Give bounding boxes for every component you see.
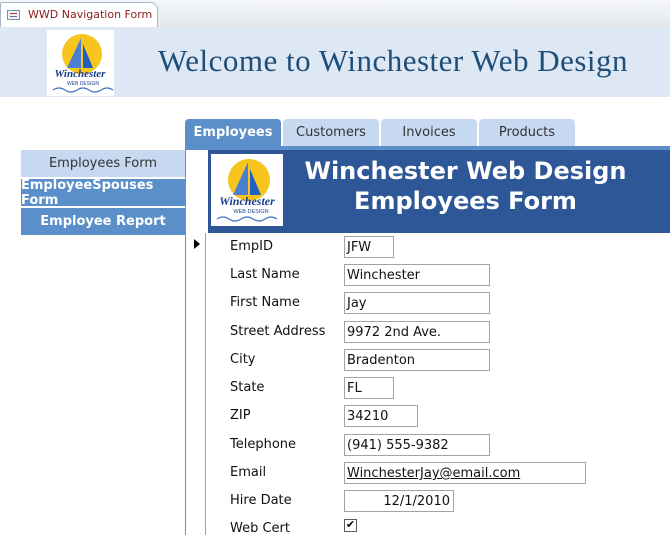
street-address-field[interactable]: 9972 2nd Ave. <box>344 321 490 343</box>
form-header: Winchester WEB DESIGN Winchester Web Des… <box>208 150 670 233</box>
form-title-line-2: Employees Form <box>354 187 577 215</box>
first-name-field[interactable]: Jay <box>344 292 490 314</box>
sidebar-item-employeespouses-form[interactable]: EmployeeSpouses Form <box>21 178 185 208</box>
checkmark-icon: ✔ <box>345 519 356 531</box>
state-field[interactable]: FL <box>344 377 394 399</box>
svg-text:WEB DESIGN: WEB DESIGN <box>67 81 99 87</box>
form-icon <box>7 10 20 20</box>
svg-text:Winchester: Winchester <box>219 194 275 208</box>
record-selector[interactable] <box>186 233 206 535</box>
city-field[interactable]: Bradenton <box>344 349 490 371</box>
svg-text:Winchester: Winchester <box>55 68 107 80</box>
sidebar-item-employees-form[interactable]: Employees Form <box>21 150 185 177</box>
email-field[interactable]: WinchesterJay@email.com <box>344 462 586 484</box>
employees-subform: Winchester WEB DESIGN Winchester Web Des… <box>185 150 670 536</box>
form-title-line-1: Winchester Web Design <box>304 157 627 185</box>
document-tab-label: WWD Navigation Form <box>28 8 153 21</box>
city-label: City <box>230 352 256 367</box>
telephone-field[interactable]: (941) 555-9382 <box>344 434 490 456</box>
tab-invoices[interactable]: Invoices <box>381 119 477 146</box>
form-logo: Winchester WEB DESIGN <box>211 154 283 226</box>
svg-text:WEB DESIGN: WEB DESIGN <box>233 209 268 215</box>
hire-date-field[interactable]: 12/1/2010 <box>344 490 454 512</box>
sidebar-item-employee-report[interactable]: Employee Report <box>21 208 185 235</box>
street-address-label: Street Address <box>230 324 326 339</box>
current-record-arrow-icon <box>194 239 200 249</box>
sidebar: Employees Form EmployeeSpouses Form Empl… <box>21 150 185 237</box>
zip-label: ZIP <box>230 408 251 423</box>
tab-customers[interactable]: Customers <box>283 119 379 146</box>
zip-field[interactable]: 34210 <box>344 405 418 427</box>
document-tab-strip: WWD Navigation Form <box>0 0 670 28</box>
page-title: Welcome to Winchester Web Design <box>158 43 629 78</box>
tab-products[interactable]: Products <box>479 119 575 146</box>
last-name-label: Last Name <box>230 267 300 282</box>
state-label: State <box>230 380 265 395</box>
company-logo: Winchester WEB DESIGN <box>47 30 114 96</box>
email-label: Email <box>230 465 267 480</box>
web-cert-checkbox[interactable]: ✔ <box>344 519 357 532</box>
form-title: Winchester Web Design Employees Form <box>293 156 638 216</box>
header-band: Winchester WEB DESIGN Welcome to Winches… <box>0 27 670 97</box>
document-tab-wwd-navigation-form[interactable]: WWD Navigation Form <box>0 2 158 27</box>
telephone-label: Telephone <box>230 437 297 452</box>
hire-date-label: Hire Date <box>230 493 292 508</box>
first-name-label: First Name <box>230 295 300 310</box>
web-cert-label: Web Cert <box>230 521 290 536</box>
tab-employees[interactable]: Employees <box>185 119 281 146</box>
empid-label: EmpID <box>230 239 273 254</box>
last-name-field[interactable]: Winchester <box>344 264 490 286</box>
empid-field[interactable]: JFW <box>344 236 394 258</box>
